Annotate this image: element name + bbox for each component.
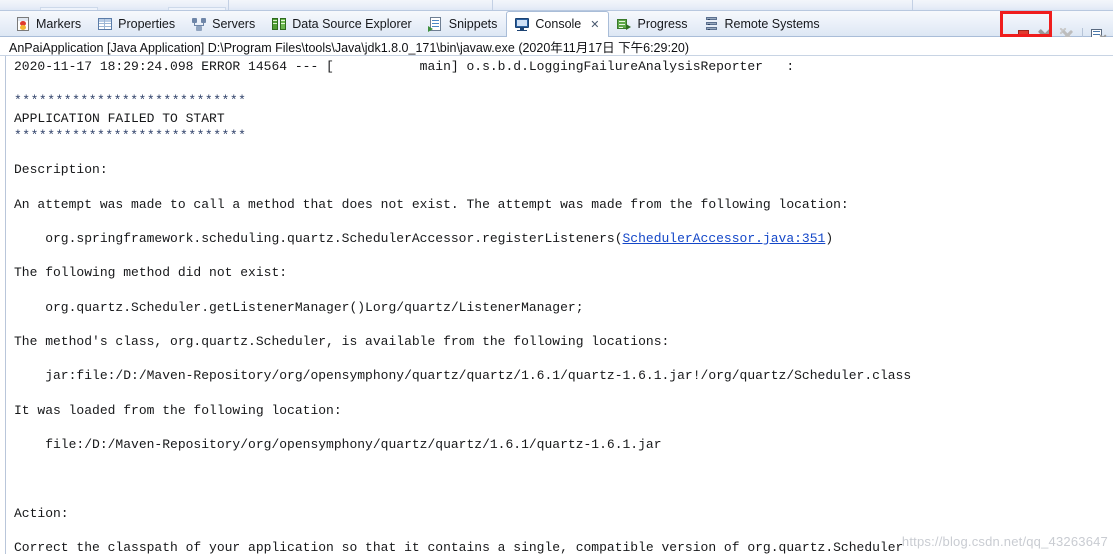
process-title: AnPaiApplication [Java Application] D:\P… (9, 40, 690, 55)
data-source-explorer-icon (271, 16, 287, 32)
tab-snippets[interactable]: Snippets (421, 11, 507, 37)
console-line: An attempt was made to call a method tha… (14, 196, 849, 212)
close-icon[interactable]: ✕ (590, 18, 599, 31)
console-line: file:/D:/Maven-Repository/org/opensympho… (14, 437, 662, 453)
console-icon (514, 16, 530, 32)
console-line: The method's class, org.quartz.Scheduler… (14, 334, 670, 349)
console-text: 2020-11-17 18:29:24.098 ERROR 14564 --- … (14, 58, 1113, 554)
tab-progress-label: Progress (637, 16, 688, 31)
console-line: **************************** (14, 93, 247, 109)
console-line: Description: (14, 162, 108, 178)
tab-markers-label: Markers (36, 16, 82, 31)
markers-icon (15, 16, 31, 32)
tab-servers-label: Servers (212, 16, 256, 31)
console-line-text: ) (825, 230, 834, 246)
watermark: https://blog.csdn.net/qq_43263647 (901, 534, 1108, 549)
servers-icon (191, 16, 207, 32)
properties-icon (97, 16, 113, 32)
tab-data-source-explorer[interactable]: Data Source Explorer (264, 11, 421, 37)
tab-properties-label: Properties (118, 16, 176, 31)
upper-toolbar-sliver (0, 0, 1113, 11)
tab-remote-systems[interactable]: Remote Systems (697, 11, 829, 37)
console-output-area[interactable]: 2020-11-17 18:29:24.098 ERROR 14564 --- … (0, 56, 1113, 554)
progress-icon (616, 16, 632, 32)
console-line: Action: (14, 505, 69, 521)
view-tab-list: Markers Properties Servers Data Source E… (8, 11, 829, 37)
view-tab-bar: Markers Properties Servers Data Source E… (0, 11, 1113, 44)
console-line: **************************** (14, 127, 247, 143)
remote-systems-icon (704, 16, 720, 32)
tab-markers[interactable]: Markers (8, 11, 90, 37)
process-title-bar[interactable]: AnPaiApplication [Java Application] D:\P… (0, 37, 1113, 56)
tab-servers[interactable]: Servers (184, 11, 264, 37)
tab-progress[interactable]: Progress (609, 11, 696, 37)
tab-remote-systems-label: Remote Systems (724, 16, 820, 31)
tab-console[interactable]: Console ✕ (506, 11, 610, 37)
tab-data-source-explorer-label: Data Source Explorer (292, 16, 412, 31)
console-line: The following method did not exist: (14, 265, 288, 281)
console-line: APPLICATION FAILED TO START (14, 110, 225, 126)
console-line: jar:file:/D:/Maven-Repository/org/opensy… (14, 368, 912, 384)
eclipse-console-view: Markers Properties Servers Data Source E… (0, 0, 1113, 554)
snippets-icon (427, 16, 444, 32)
tab-console-label: Console (535, 16, 582, 31)
console-line: 2020-11-17 18:29:24.098 ERROR 14564 --- … (14, 59, 795, 74)
console-left-rule (5, 56, 6, 554)
console-line: It was loaded from the following locatio… (14, 402, 342, 418)
stacktrace-link[interactable]: SchedulerAccessor.java:351 (623, 231, 826, 246)
console-line: org.quartz.Scheduler.getListenerManager(… (14, 299, 584, 315)
console-line: org.springframework.scheduling.quartz.Sc… (14, 230, 1113, 247)
console-line-text: org.springframework.scheduling.quartz.Sc… (14, 230, 623, 246)
tab-properties[interactable]: Properties (90, 11, 184, 37)
tab-snippets-label: Snippets (448, 16, 498, 31)
